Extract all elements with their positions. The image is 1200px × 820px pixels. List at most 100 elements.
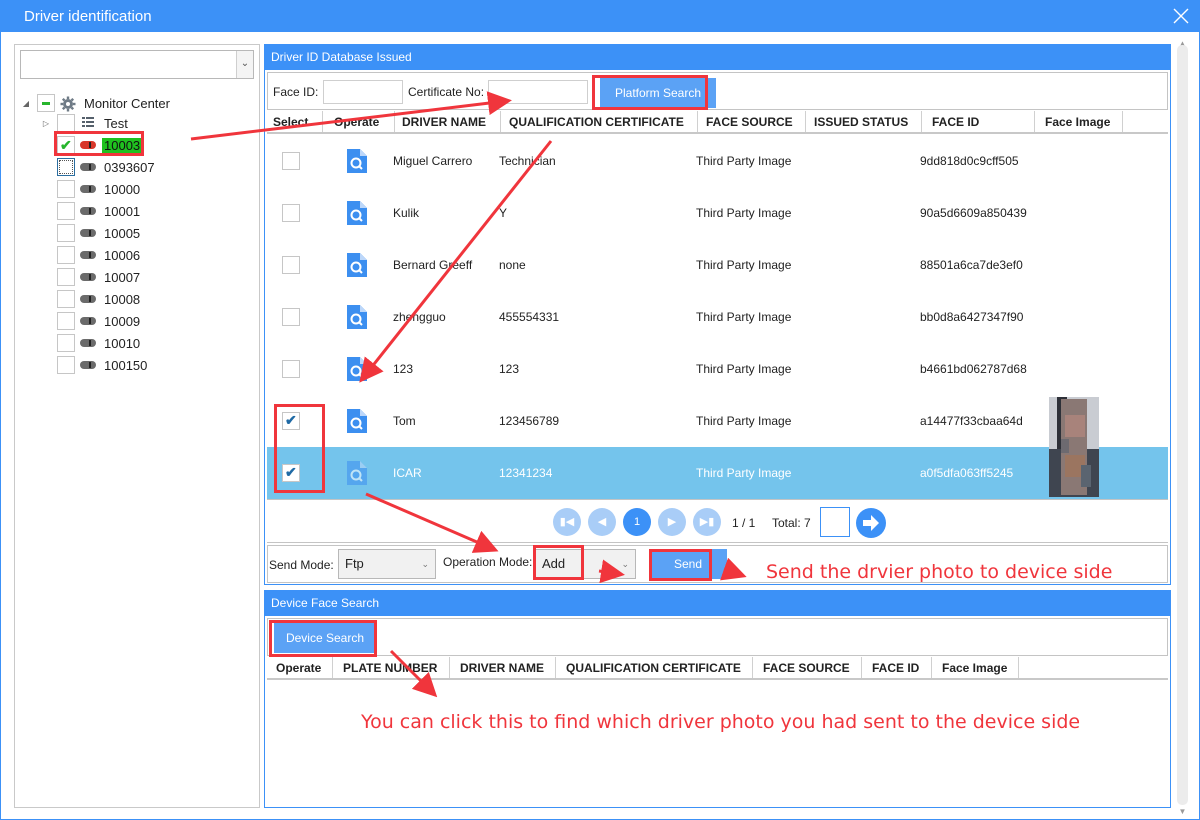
column-header[interactable]: FACE SOURCE (698, 111, 806, 132)
face-image-thumbnail[interactable] (1049, 397, 1099, 497)
table-row[interactable]: 123 123 Third Party Image b4661bd062787d68 (267, 343, 1168, 395)
tree-checkbox[interactable] (57, 180, 75, 198)
device-search-button[interactable]: Device Search (274, 623, 376, 653)
next-page-button[interactable]: ▶ (658, 508, 686, 536)
page-jump-input[interactable] (820, 507, 850, 537)
tree-item-vehicle[interactable]: 10000 (57, 178, 142, 200)
table-row[interactable]: Miguel Carrero Technician Third Party Imag… (267, 135, 1168, 187)
view-document-search-icon[interactable] (347, 357, 367, 381)
view-document-search-icon[interactable] (347, 305, 367, 329)
tree-item-vehicle[interactable]: 10007 (57, 266, 142, 288)
prev-page-button[interactable]: ◀ (588, 508, 616, 536)
certificate-no-input[interactable] (488, 80, 588, 104)
tree-checkbox[interactable] (57, 356, 75, 374)
tree-checkbox[interactable] (57, 312, 75, 330)
column-header[interactable]: DRIVER NAME (450, 657, 556, 678)
tree-item-vehicle[interactable]: 10008 (57, 288, 142, 310)
column-header[interactable]: PLATE NUMBER (333, 657, 450, 678)
vehicle-search-combo[interactable]: ⌄ (20, 50, 254, 79)
checkmark-icon: ✔ (285, 412, 297, 428)
send-button[interactable]: Send (649, 549, 727, 579)
platform-search-button[interactable]: Platform Search (600, 78, 716, 108)
column-header[interactable]: QUALIFICATION CERTIFICATE (556, 657, 753, 678)
collapse-triangle-icon[interactable]: ◢ (21, 99, 31, 108)
column-header[interactable]: Operate (267, 657, 333, 678)
tree-item-vehicle[interactable]: 10001 (57, 200, 142, 222)
column-header[interactable]: FACE ID (862, 657, 932, 678)
tree-checkbox[interactable] (57, 334, 75, 352)
tree-checkbox[interactable] (57, 224, 75, 242)
close-icon[interactable] (1171, 6, 1191, 26)
view-document-search-icon[interactable] (347, 253, 367, 277)
face-source-cell: Third Party Image (696, 466, 792, 480)
driver-id-database-panel: Driver ID Database Issued Face ID: Certi… (264, 44, 1171, 585)
row-checkbox[interactable] (282, 360, 300, 378)
column-header[interactable]: Select (267, 111, 323, 132)
table-row[interactable]: Kulik Y Third Party Image 90a5d6609a850439 (267, 187, 1168, 239)
tree-checkbox[interactable] (57, 246, 75, 264)
tree-root-monitor-center[interactable]: ◢ Monitor Center (21, 92, 172, 114)
row-checkbox[interactable] (282, 256, 300, 274)
tree-checkbox-partial[interactable] (37, 94, 55, 112)
row-checkbox[interactable] (282, 308, 300, 326)
tree-checkbox[interactable] (57, 158, 75, 176)
row-checkbox[interactable] (282, 204, 300, 222)
tree-checkbox[interactable] (57, 268, 75, 286)
column-header[interactable]: FACE SOURCE (753, 657, 862, 678)
row-checkbox-checked[interactable]: ✔ (282, 412, 300, 430)
panel-title: Driver ID Database Issued (265, 45, 1170, 70)
column-header[interactable]: DRIVER NAME (395, 111, 501, 132)
tree-item-test[interactable]: ▷ Test (41, 112, 130, 134)
column-header[interactable]: ISSUED STATUS (806, 111, 922, 132)
tree-checkbox[interactable] (57, 290, 75, 308)
face-source-cell: Third Party Image (696, 414, 792, 428)
row-checkbox-checked[interactable]: ✔ (282, 464, 300, 482)
chevron-down-icon[interactable]: ⌄ (236, 51, 253, 78)
tree-item-vehicle[interactable]: 0393607 (57, 156, 157, 178)
car-icon (79, 292, 97, 306)
column-header[interactable]: Face Image (1035, 111, 1123, 132)
view-document-search-icon[interactable] (347, 409, 367, 433)
face-source-cell: Third Party Image (696, 258, 792, 272)
expand-triangle-icon[interactable]: ▷ (41, 119, 51, 128)
tree-checkbox[interactable] (57, 202, 75, 220)
column-header[interactable]: Operate (323, 111, 395, 132)
driver-name-cell: Kulik (393, 206, 420, 220)
send-mode-label: Send Mode: (269, 558, 334, 572)
tree-item-vehicle[interactable]: 10006 (57, 244, 142, 266)
face-id-input[interactable] (323, 80, 403, 104)
go-arrow-icon[interactable] (856, 508, 886, 538)
table-row[interactable]: ✔ Tom 123456789 Third Party Image a14477f33c… (267, 395, 1168, 447)
vertical-scrollbar[interactable] (1177, 45, 1188, 805)
column-header[interactable]: Face Image (932, 657, 1019, 678)
column-header[interactable]: QUALIFICATION CERTIFICATE (501, 111, 698, 132)
view-document-search-icon[interactable] (347, 149, 367, 173)
face-id-cell: 90a5d6609a850439 (920, 206, 1027, 220)
send-mode-select[interactable]: Ftp ⌄ (338, 549, 436, 579)
column-header[interactable]: FACE ID (922, 111, 1035, 132)
tree-checkbox[interactable] (57, 114, 75, 132)
view-document-search-icon[interactable] (347, 201, 367, 225)
tree-item-vehicle[interactable]: 100150 (57, 354, 149, 376)
tree-item-vehicle[interactable]: ✔ 10003 (57, 134, 143, 156)
face-source-cell: Third Party Image (696, 310, 792, 324)
tree-item-vehicle[interactable]: 10005 (57, 222, 142, 244)
car-icon (79, 160, 97, 174)
tree-label: Test (104, 115, 128, 131)
page-number-button[interactable]: 1 (623, 508, 651, 536)
last-page-button[interactable]: ▶▮ (693, 508, 721, 536)
row-checkbox[interactable] (282, 152, 300, 170)
total-count: Total: 7 (772, 516, 811, 530)
operation-mode-select[interactable]: Add ⌄ (535, 549, 636, 579)
tree-label: Monitor Center (84, 95, 170, 111)
table-row[interactable]: ✔ ICAR 12341234 Third Party Image a0f5dfa063… (267, 447, 1168, 499)
tree-checkbox-checked[interactable]: ✔ (57, 136, 75, 154)
first-page-button[interactable]: ▮◀ (553, 508, 581, 536)
tree-item-vehicle[interactable]: 10010 (57, 332, 142, 354)
view-document-search-icon[interactable] (347, 461, 367, 485)
table-row[interactable]: Bernard Greeff none Third Party Image 88501… (267, 239, 1168, 291)
table-row[interactable]: zhengguo 455554331 Third Party Image bb0d8a… (267, 291, 1168, 343)
scroll-down-icon[interactable]: ▼ (1177, 807, 1188, 816)
face-id-cell: 88501a6ca7de3ef0 (920, 258, 1023, 272)
tree-item-vehicle[interactable]: 10009 (57, 310, 142, 332)
